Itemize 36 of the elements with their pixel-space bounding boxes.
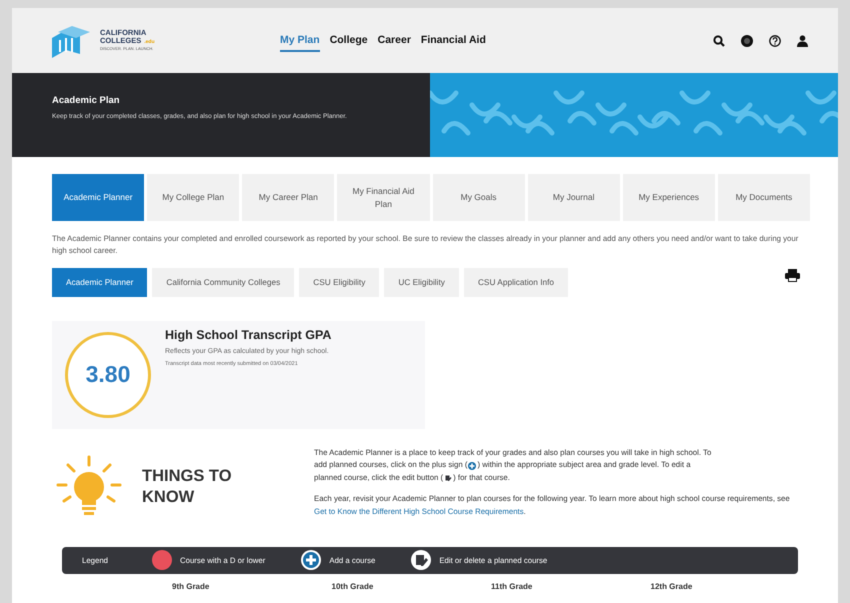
nav-link[interactable]: Career	[378, 30, 411, 52]
sub-tab[interactable]: CSU Eligibility	[299, 268, 380, 297]
globe-icon[interactable]	[741, 34, 753, 46]
grade-heading: 11th Grade	[491, 582, 534, 591]
plus-icon	[301, 550, 322, 570]
plus-icon	[467, 460, 478, 471]
tab[interactable]: My Documents	[718, 174, 810, 221]
sub-tab[interactable]: California Community Colleges	[152, 268, 294, 297]
logo-icon	[50, 24, 92, 58]
nav-link[interactable]: Financial Aid	[420, 30, 486, 52]
gpa-title: High School Transcript GPA	[165, 328, 332, 342]
tab[interactable]: My Career Plan	[242, 174, 334, 221]
edit-icon	[411, 550, 432, 570]
search-icon[interactable]	[713, 34, 725, 46]
banner-title: Academic Plan	[52, 95, 121, 106]
grade-heading: 9th Grade	[172, 582, 210, 591]
grade-heading: 12th Grade	[650, 582, 694, 591]
gpa-value: 3.80	[86, 361, 130, 388]
tab[interactable]: My Journal	[528, 174, 620, 221]
grade-heading: 10th Grade	[332, 582, 374, 591]
nav-link[interactable]: My Plan	[280, 30, 320, 52]
tab[interactable]: My Goals	[432, 174, 525, 221]
edit-icon	[443, 473, 454, 484]
sub-tab[interactable]: UC Eligibility	[384, 268, 459, 297]
help-icon[interactable]	[769, 34, 781, 46]
nav-link[interactable]: College	[330, 30, 368, 52]
sub-tab[interactable]: Academic Planner	[52, 268, 148, 297]
things-to-know-title: THINGS TO KNOW	[142, 466, 233, 508]
tab[interactable]: My College Plan	[147, 174, 240, 221]
tab[interactable]: My Financial Aid Plan	[337, 174, 430, 221]
sub-tab[interactable]: CSU Application Info	[464, 268, 568, 297]
low-grade-marker-icon	[152, 550, 172, 570]
print-icon[interactable]	[785, 268, 800, 282]
tab[interactable]: Academic Planner	[52, 174, 144, 221]
user-icon[interactable]	[797, 34, 808, 46]
tab[interactable]: My Experiences	[622, 174, 715, 221]
